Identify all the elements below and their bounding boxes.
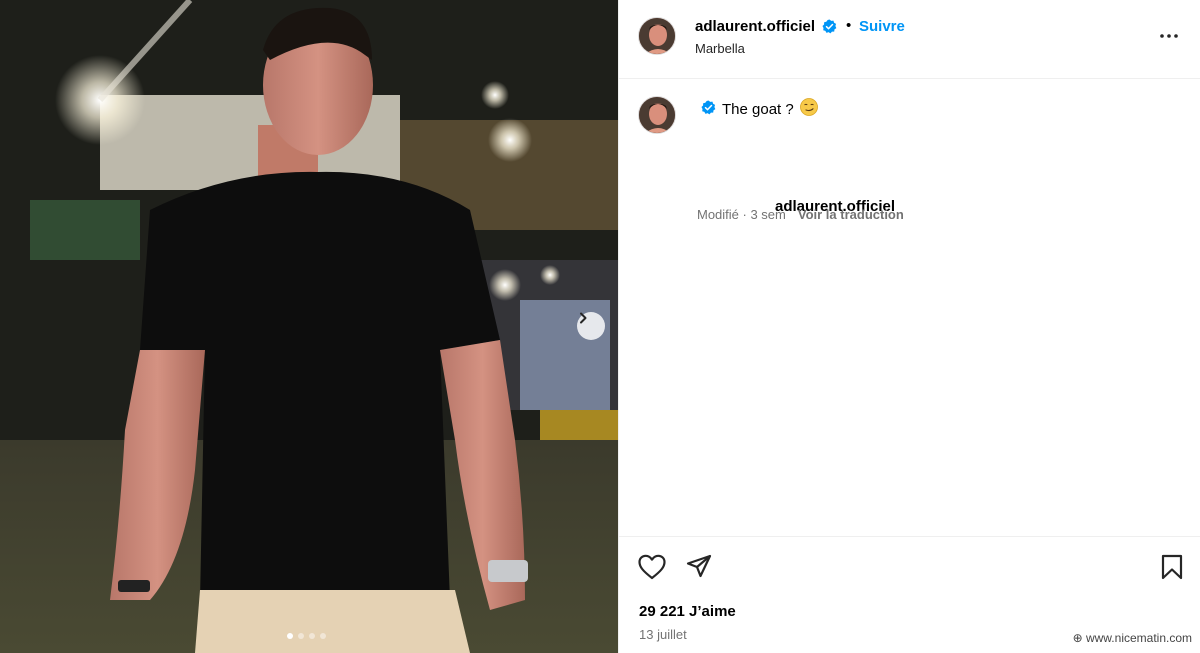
watermark-globe-icon: ⊕ (1072, 631, 1086, 645)
smirk-emoji-icon (799, 98, 818, 120)
caption-text: The goat ? (722, 100, 794, 118)
avatar-photo (639, 18, 675, 54)
post-media[interactable] (0, 0, 618, 653)
next-slide-button[interactable] (577, 312, 605, 340)
bookmark-icon[interactable] (1161, 554, 1183, 585)
follow-button[interactable]: Suivre (859, 18, 905, 35)
caption-meta: Modifié · 3 sem Voir la traduction (697, 207, 904, 222)
separator-dot: • (846, 17, 852, 34)
likes-count[interactable]: 29 221 J’aime (639, 603, 736, 620)
edited-timestamp: Modifié · 3 sem (697, 207, 786, 222)
carousel-dot (320, 633, 326, 639)
post-photo (0, 0, 618, 653)
caption-block: adlaurent.officiel The goat ? Modifié · … (619, 79, 1200, 539)
watermark-text: www.nicematin.com (1085, 631, 1192, 645)
avatar[interactable] (638, 96, 676, 134)
location-link[interactable]: Marbella (695, 41, 745, 56)
post-header: adlaurent.officiel • Suivre Marbella (619, 0, 1200, 79)
carousel-dot (309, 633, 315, 639)
post-date: 13 juillet (639, 627, 687, 642)
username-link[interactable]: adlaurent.officiel (695, 18, 815, 35)
avatar-photo (639, 97, 675, 133)
paper-plane-icon[interactable] (686, 554, 712, 585)
post-details-panel: adlaurent.officiel • Suivre Marbella adl… (618, 0, 1200, 653)
avatar[interactable] (638, 17, 676, 55)
carousel-indicator (287, 633, 326, 639)
heart-icon[interactable] (638, 554, 666, 585)
source-watermark: ⊕ www.nicematin.com (1070, 631, 1194, 645)
more-icon[interactable] (1159, 26, 1179, 51)
carousel-dot (287, 633, 293, 639)
caption-row: adlaurent.officiel The goat ? (697, 98, 895, 215)
verified-badge-icon (701, 99, 716, 119)
carousel-dot (298, 633, 304, 639)
see-translation-link[interactable]: Voir la traduction (798, 207, 904, 222)
verified-badge-icon (822, 19, 837, 39)
chevron-right-icon (580, 312, 587, 324)
